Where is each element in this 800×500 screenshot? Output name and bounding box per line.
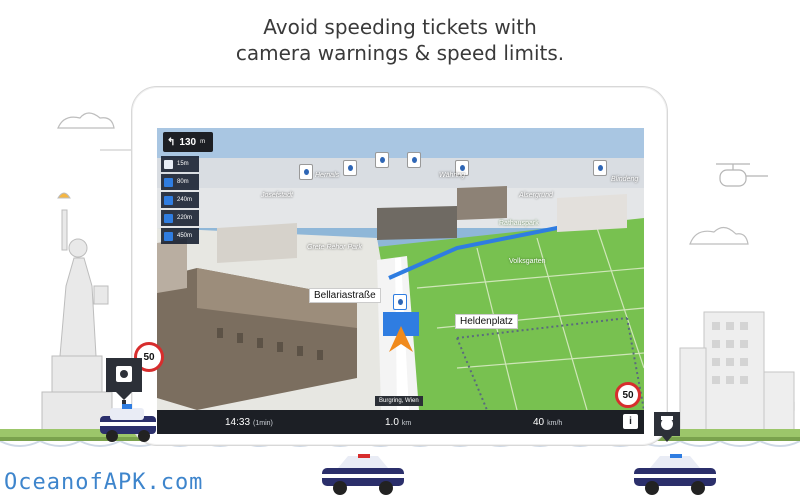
police-car-icon	[322, 454, 404, 495]
speed-camera-on-route-icon[interactable]	[393, 294, 407, 310]
police-car-icon	[634, 454, 716, 495]
camera-list-item[interactable]: 240m	[161, 192, 199, 208]
current-position-arrow-icon	[383, 312, 419, 352]
cross-street-label: Heldenplatz	[455, 314, 518, 329]
speed-camera-icon	[164, 195, 173, 205]
camera-distance: 240m	[177, 197, 193, 203]
speed-camera-icon	[164, 231, 173, 241]
current-street-label: Bellariastraße	[309, 288, 381, 303]
camera-distance: 220m	[177, 215, 193, 221]
current-speed-unit: km/h	[547, 419, 563, 427]
eta-time: 14:33	[225, 416, 251, 428]
cloud-icon	[689, 226, 749, 245]
camera-distance: 450m	[177, 233, 193, 239]
turn-left-arrow-icon: ↰	[167, 136, 176, 148]
watermark-text: OceanofAPK.com	[4, 470, 204, 495]
traffic-light-marker-icon[interactable]	[593, 160, 607, 176]
speed-camera-icon	[164, 159, 173, 169]
speed-cell: 40 km/h	[533, 417, 562, 428]
camera-list-item[interactable]: 80m	[161, 174, 199, 190]
statue-of-liberty-icon	[41, 192, 113, 431]
map-label-volksgarten: Volksgarten	[509, 258, 546, 265]
city-buildings-icon	[679, 311, 795, 431]
map-label-alsergrund: Alsergrund	[519, 192, 553, 199]
speed-camera-marker-icon[interactable]	[299, 164, 313, 180]
speed-camera-icon	[164, 177, 173, 187]
camera-list-item[interactable]: 450m	[161, 228, 199, 244]
distance-unit: km	[401, 419, 412, 427]
speed-camera-marker-icon[interactable]	[407, 152, 421, 168]
next-turn-distance: 130	[179, 136, 197, 148]
helicopter-icon	[716, 163, 768, 187]
eta-cell: 14:33 (1min)	[225, 417, 273, 428]
next-turn-unit: m	[200, 139, 206, 145]
map-3d-view[interactable]	[157, 128, 644, 434]
distance-value: 1.0	[385, 416, 399, 428]
speed-camera-icon	[164, 213, 173, 223]
camera-distance: 15m	[177, 161, 189, 167]
map-label-josefstadt: Josefstadt	[261, 192, 293, 199]
speed-limit-sign: 50	[615, 382, 641, 408]
speed-camera-list: 15m 80m 240m 220m 450m	[161, 156, 199, 246]
police-officer-icon	[654, 412, 680, 442]
map-label-wahring: Währing	[439, 172, 466, 179]
current-speed-value: 40	[533, 416, 545, 428]
map-label-grete-rehor-park: Grete Rehor Park	[307, 244, 362, 251]
navigation-screen: ↰ 130 m 15m 80m 240m 220m 450m Hernals Wä…	[157, 128, 644, 434]
camera-distance: 80m	[177, 179, 189, 185]
map-label-blindeng: Blindeng	[611, 176, 639, 183]
current-road-label: Burgring, Wien	[375, 396, 423, 406]
trip-info-bar[interactable]: 14:33 (1min) 1.0 km 40 km/h i	[157, 410, 644, 434]
map-label-hernals: Hernals	[315, 172, 340, 179]
map-label-rathauspark: Rathauspark	[499, 220, 539, 227]
distance-cell: 1.0 km	[385, 417, 411, 428]
eta-duration: (1min)	[253, 419, 273, 427]
cloud-icon	[57, 112, 115, 129]
info-icon[interactable]: i	[623, 414, 638, 429]
camera-list-item[interactable]: 220m	[161, 210, 199, 226]
speed-camera-marker-icon[interactable]	[375, 152, 389, 168]
police-car-icon	[100, 404, 156, 442]
speed-camera-marker-icon[interactable]	[343, 160, 357, 176]
camera-list-item[interactable]: 15m	[161, 156, 199, 172]
next-turn-panel: ↰ 130 m	[163, 132, 213, 152]
